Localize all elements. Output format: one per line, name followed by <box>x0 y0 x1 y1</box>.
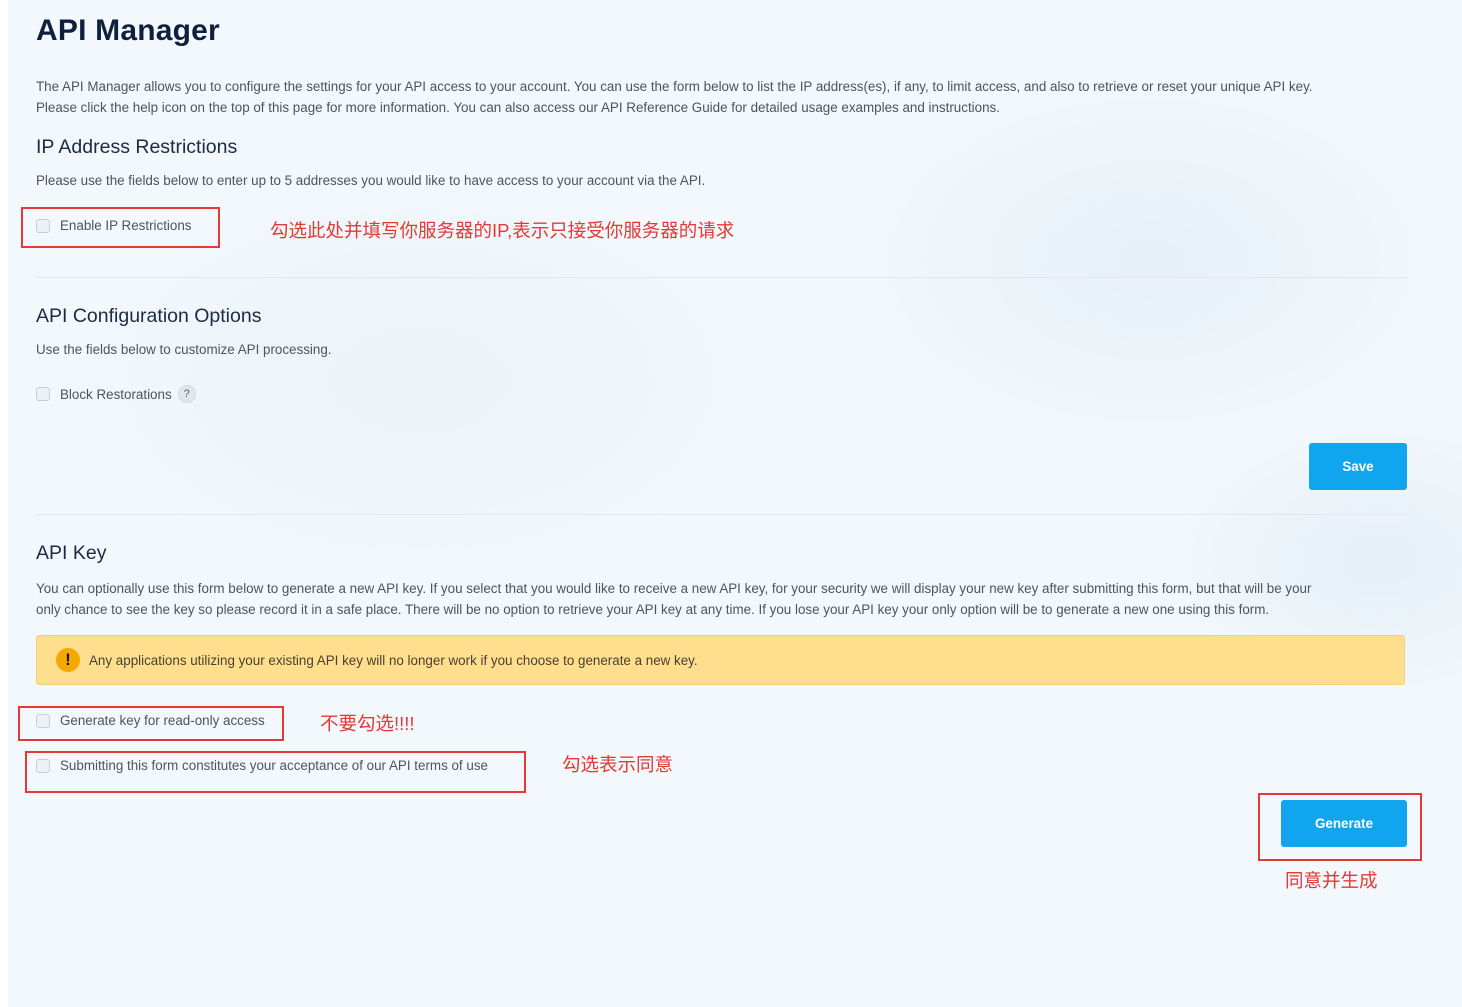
annotation-box-generate <box>1258 793 1422 861</box>
annotation-box-ip <box>21 207 220 248</box>
intro-text: The API Manager allows you to configure … <box>36 76 1416 118</box>
block-restorations-checkbox[interactable] <box>36 387 50 401</box>
help-icon[interactable]: ? <box>177 385 196 403</box>
api-config-title: API Configuration Options <box>36 305 262 327</box>
section-divider <box>36 277 1407 278</box>
api-key-description-line-1: You can optionally use this form below t… <box>36 581 1312 596</box>
api-key-title: API Key <box>36 542 107 564</box>
api-key-description: You can optionally use this form below t… <box>36 578 1416 620</box>
save-button[interactable]: Save <box>1309 443 1407 490</box>
warning-text: Any applications utilizing your existing… <box>89 652 698 668</box>
ip-restrictions-description: Please use the fields below to enter up … <box>36 173 706 188</box>
api-key-description-line-2: only chance to see the key so please rec… <box>36 602 1270 617</box>
intro-line-1: The API Manager allows you to configure … <box>36 79 1313 94</box>
section-divider <box>36 514 1407 515</box>
intro-line-2: Please click the help icon on the top of… <box>36 100 1000 115</box>
api-manager-page: API Manager The API Manager allows you t… <box>0 0 1462 1007</box>
annotation-generate-note: 同意并生成 <box>1285 870 1378 891</box>
annotation-ip-note: 勾选此处并填写你服务器的IP,表示只接受你服务器的请求 <box>270 220 735 241</box>
api-config-description: Use the fields below to customize API pr… <box>36 342 332 357</box>
annotation-box-readonly <box>18 706 284 741</box>
annotation-box-terms <box>25 751 526 793</box>
exclamation-icon: ! <box>56 648 80 672</box>
block-restorations-label[interactable]: Block Restorations <box>60 387 172 402</box>
warning-alert: ! Any applications utilizing your existi… <box>36 635 1405 685</box>
ip-restrictions-title: IP Address Restrictions <box>36 136 238 158</box>
annotation-terms-note: 勾选表示同意 <box>562 754 674 775</box>
annotation-readonly-note: 不要勾选!!!! <box>320 713 415 734</box>
page-title: API Manager <box>36 14 220 47</box>
block-restorations-row[interactable]: Block Restorations ? <box>36 385 196 403</box>
